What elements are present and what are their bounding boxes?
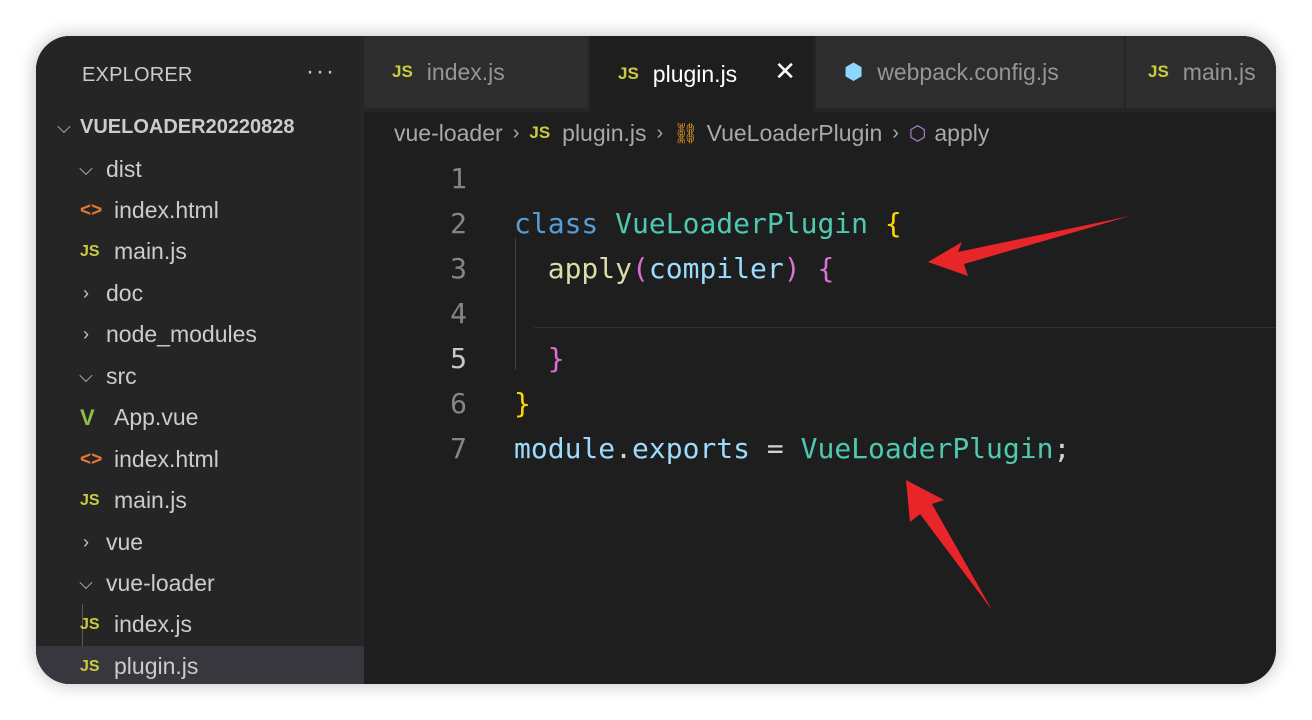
annotation-arrows	[906, 216, 1130, 610]
annotation-arrow-upper	[928, 216, 1130, 276]
annotation-arrow-lower	[906, 480, 992, 610]
